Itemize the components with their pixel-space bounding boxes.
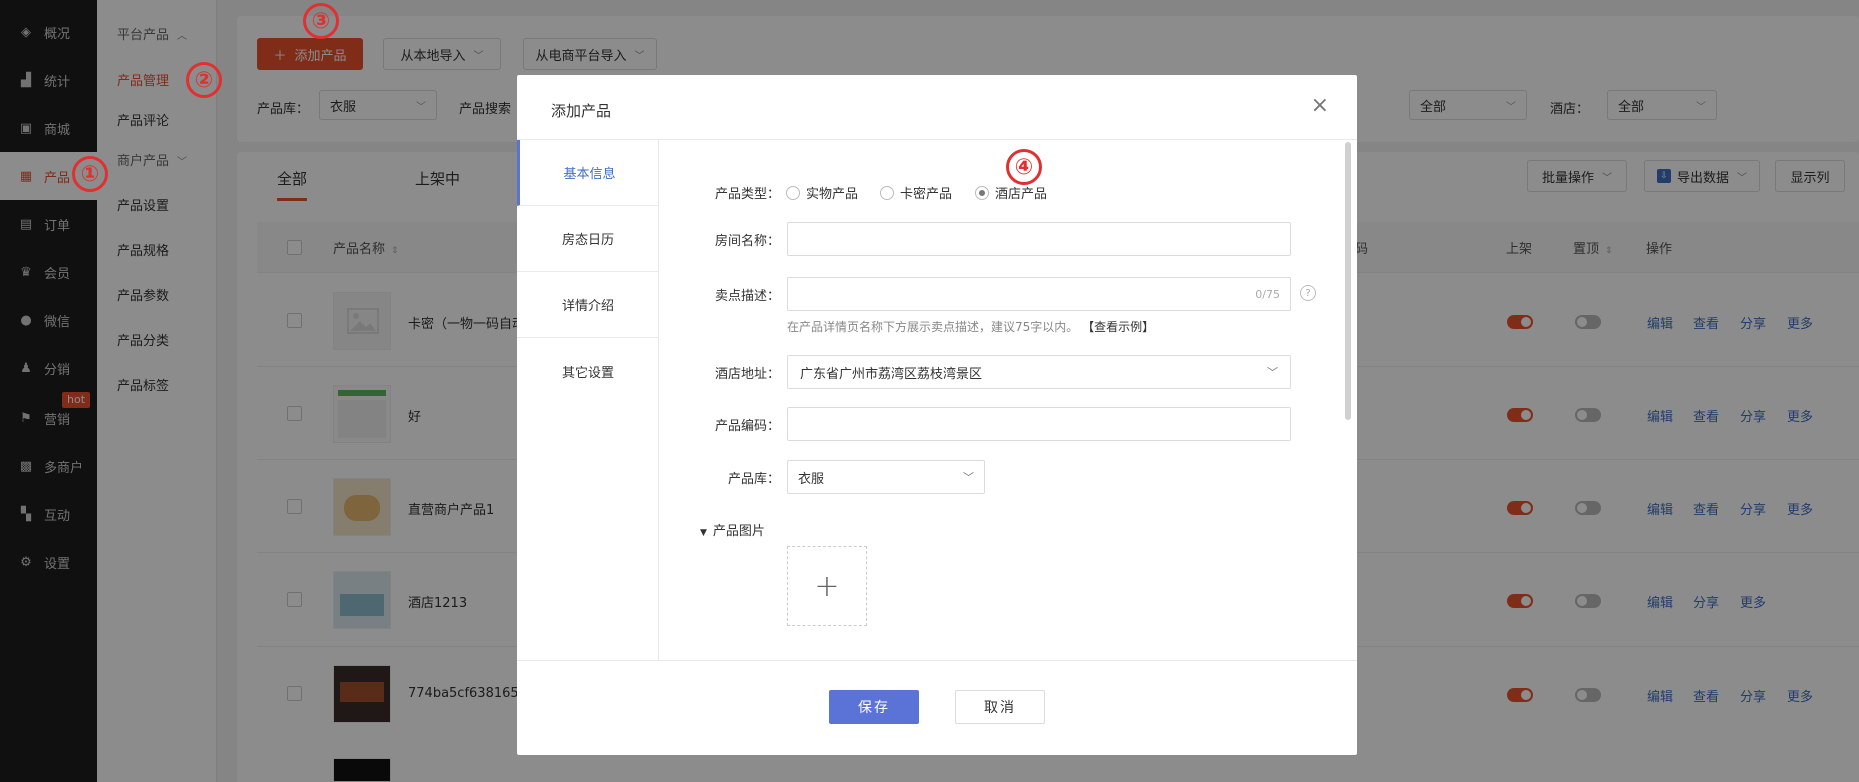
caret-down-icon: ▼: [700, 528, 707, 538]
hotel-address-select[interactable]: 广东省广州市荔湾区荔枝湾景区 ﹀: [787, 355, 1291, 389]
hotel-address-label: 酒店地址：: [714, 367, 780, 382]
radio-physical-product[interactable]: 实物产品: [786, 183, 858, 202]
product-code-input[interactable]: [787, 407, 1291, 441]
chevron-down-icon: ﹀: [963, 471, 974, 484]
annotation-marker-2: ②: [186, 62, 222, 98]
modal-side-tabs: 基本信息 房态日历 详情介绍 其它设置: [517, 140, 659, 660]
modal-scrollbar[interactable]: [1345, 142, 1351, 420]
annotation-marker-3: ③: [303, 3, 339, 39]
view-example-link[interactable]: 【查看示例】: [1082, 320, 1154, 334]
product-library-label: 产品库：: [727, 472, 780, 487]
selling-point-hint: 在产品详情页名称下方展示卖点描述，建议75字以内。 【查看示例】: [787, 320, 1155, 334]
add-product-modal: 添加产品 × 基本信息 房态日历 详情介绍 其它设置 产品类型： 实物产品 卡密…: [517, 75, 1357, 755]
chevron-down-icon: ﹀: [1267, 366, 1278, 379]
tab-other-settings[interactable]: 其它设置: [517, 338, 659, 404]
room-name-label: 房间名称：: [714, 234, 780, 249]
product-library-select[interactable]: 衣服 ﹀: [787, 460, 985, 494]
selling-point-input[interactable]: 0/75: [787, 277, 1291, 311]
annotation-marker-4: ④: [1006, 149, 1042, 185]
cancel-button[interactable]: 取消: [955, 690, 1045, 724]
radio-card-product[interactable]: 卡密产品: [880, 183, 952, 202]
radio-hotel-product[interactable]: 酒店产品: [975, 183, 1047, 202]
tab-basic-info[interactable]: 基本信息: [517, 140, 659, 206]
annotation-marker-1: ①: [72, 156, 108, 192]
char-counter: 0/75: [1255, 288, 1280, 301]
close-icon[interactable]: ×: [1311, 95, 1329, 117]
selling-point-label: 卖点描述：: [714, 289, 780, 304]
product-type-label: 产品类型：: [714, 187, 780, 202]
tab-detail-intro[interactable]: 详情介绍: [517, 272, 659, 338]
product-images-section[interactable]: ▼ 产品图片: [700, 520, 765, 539]
image-upload-button[interactable]: +: [787, 546, 867, 626]
tab-room-calendar[interactable]: 房态日历: [517, 206, 659, 272]
modal-title: 添加产品: [551, 102, 612, 120]
room-name-input[interactable]: [787, 222, 1291, 256]
save-button[interactable]: 保存: [829, 690, 919, 724]
help-icon[interactable]: ?: [1300, 285, 1316, 301]
product-code-label: 产品编码：: [714, 419, 780, 434]
